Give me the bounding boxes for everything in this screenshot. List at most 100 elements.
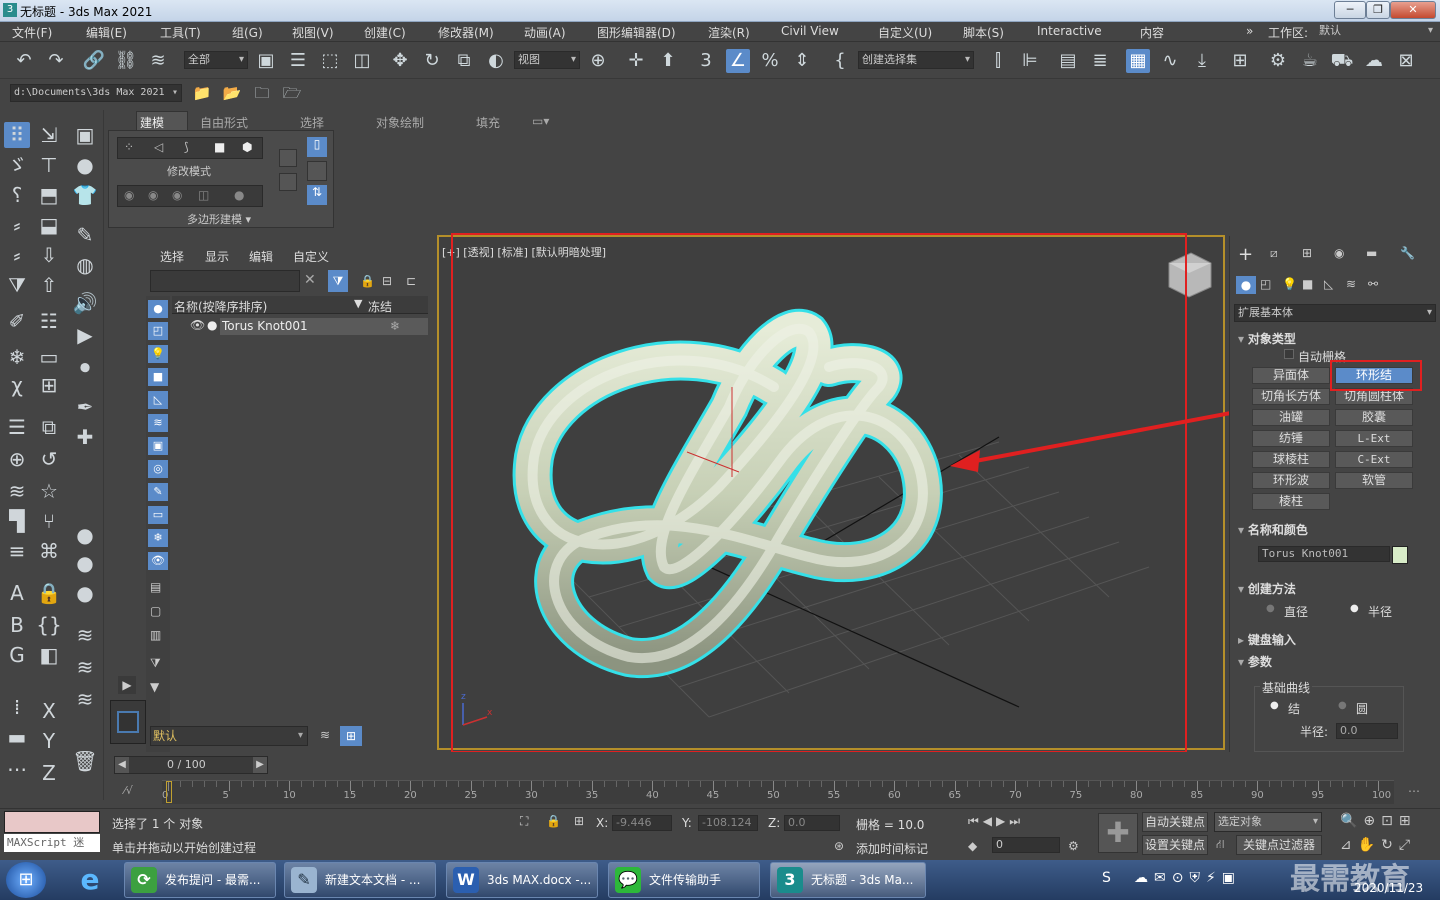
poly-tool5-icon[interactable]: ● <box>234 188 244 202</box>
frozen-filter-icon[interactable]: ❄ <box>148 529 168 547</box>
funnel2-icon[interactable]: ▼ <box>150 680 159 694</box>
selection-filter-dropdown[interactable]: 全部 <box>184 51 248 69</box>
place-icon[interactable]: ◐ <box>484 49 508 73</box>
layer-stack-icon[interactable]: ≋ <box>320 728 330 742</box>
btn-ringwave[interactable]: 环形波 <box>1252 472 1330 489</box>
pick-icon[interactable]: ⸮ <box>4 182 30 208</box>
list-icon[interactable]: ☷ <box>36 308 62 334</box>
edge-icon[interactable]: ◁ <box>154 140 163 154</box>
dots2-icon[interactable]: ⋯ <box>4 756 30 782</box>
menu-expand-icon[interactable]: » <box>1246 24 1253 38</box>
radius-spinner[interactable]: 0.0 <box>1336 723 1398 739</box>
menu-views[interactable]: 视图(V) <box>292 24 334 41</box>
rollout-creation-method[interactable]: 创建方法 <box>1238 580 1296 597</box>
sx-menu-select[interactable]: 选择 <box>160 248 184 265</box>
poly-tool4-icon[interactable]: ◫ <box>198 188 209 202</box>
maxscript-listener[interactable] <box>4 811 100 833</box>
current-frame-spinner[interactable]: 0 <box>992 837 1060 853</box>
ref-coord-dropdown[interactable]: 视图 <box>514 51 580 69</box>
tab-modeling[interactable]: 建模 <box>140 114 164 131</box>
spinner-snap-icon[interactable]: ⇕ <box>790 49 814 73</box>
menu-content[interactable]: 内容 <box>1140 24 1164 41</box>
sx-col-freeze[interactable]: 冻结 <box>368 298 392 315</box>
select-grid-icon[interactable]: ⠿ <box>4 122 30 148</box>
key-filters-button[interactable]: 关键点过滤器 <box>1236 835 1322 855</box>
poly-tool3-icon[interactable]: ◉ <box>172 188 182 202</box>
axis-z-icon[interactable]: Z <box>36 760 62 786</box>
key-mode-icon[interactable]: ◆ <box>968 839 977 853</box>
add-layer-icon[interactable]: ⊕ <box>4 446 30 472</box>
poly-tool1-icon[interactable]: ◉ <box>124 188 134 202</box>
sx-hierarchy-icon[interactable]: ⊟ <box>382 274 392 288</box>
light-filter-icon[interactable]: 💡 <box>148 345 168 363</box>
sort-desc-icon[interactable]: ▼ <box>354 297 362 310</box>
stack-icon[interactable]: ⬓ <box>36 212 62 238</box>
camera-icon[interactable]: ◧ <box>36 642 62 668</box>
sx-menu-display[interactable]: 显示 <box>205 248 229 265</box>
sx-freeze-icon[interactable]: ❄ <box>390 319 400 333</box>
percent-snap-icon[interactable]: % <box>758 49 782 73</box>
hierarchy-tab-icon[interactable]: ⊞ <box>1302 246 1312 260</box>
ribbon-tool-e[interactable]: ⇅ <box>307 185 327 205</box>
close-button[interactable]: ✕ <box>1390 1 1436 19</box>
none-filter-icon[interactable]: ▢ <box>150 604 161 618</box>
menu-customize[interactable]: 自定义(U) <box>878 24 932 41</box>
utilities-tab-icon[interactable]: 🔧 <box>1400 246 1415 260</box>
rollout-parameters[interactable]: 参数 <box>1238 653 1272 670</box>
sx-col-name[interactable]: 名称(按降序排序) <box>174 298 267 315</box>
star-icon[interactable]: ☆ <box>36 478 62 504</box>
systems-icon[interactable]: ⚯ <box>1368 277 1378 291</box>
ribbon-tool-a[interactable] <box>279 149 297 167</box>
braces-icon[interactable]: {} <box>36 612 62 638</box>
tab-selection[interactable]: 选择 <box>300 114 324 131</box>
key-target-dropdown[interactable]: 选定对象 <box>1214 812 1322 832</box>
sx-tree-icon[interactable]: ⊏ <box>406 274 416 288</box>
plus-tool-icon[interactable]: ✚ <box>72 424 98 450</box>
rotate-tool-icon[interactable]: ↺ <box>36 446 62 472</box>
sx-clear-icon[interactable]: ✕ <box>304 272 316 288</box>
sx-search-input[interactable] <box>150 270 300 292</box>
redo-icon[interactable]: ↷ <box>44 49 68 73</box>
paint-bucket-icon[interactable]: ▜ <box>4 508 30 534</box>
rect-selection-icon[interactable]: ⬚ <box>318 49 342 73</box>
select-manipulate-icon[interactable]: ✛ <box>624 49 648 73</box>
bind-spacewarp-icon[interactable]: ≋ <box>146 49 170 73</box>
globe-icon[interactable]: ◍ <box>72 252 98 278</box>
paint-select-icon[interactable]: ⊤ <box>36 152 62 178</box>
text-c-icon[interactable]: G <box>4 642 30 668</box>
stack2-icon[interactable]: ≡ <box>4 538 30 564</box>
rotate-icon[interactable]: ↻ <box>420 49 444 73</box>
paint-icon[interactable]: ✐ <box>4 308 30 334</box>
sx-visibility-icon[interactable]: 👁 <box>190 318 205 332</box>
layer-dropdown[interactable]: 默认 <box>150 726 308 746</box>
poly-modeling-label[interactable]: 多边形建模 ▾ <box>187 211 251 227</box>
track-bar-toggle-icon[interactable]: ⁄√ <box>124 784 133 797</box>
y-coord[interactable]: -108.124 <box>698 815 758 831</box>
circle2-icon[interactable]: ● <box>72 550 98 576</box>
ribbon-tool-d[interactable] <box>307 161 327 181</box>
set-key-button[interactable]: 设置关键点 <box>1142 835 1208 855</box>
brush-icon[interactable]: ✎ <box>72 222 98 248</box>
undo-icon[interactable]: ↶ <box>12 49 36 73</box>
import-icon[interactable]: ⇧ <box>36 272 62 298</box>
playback-controls[interactable]: ⏮◀▶⏭ <box>968 814 1024 829</box>
lock-icon[interactable]: 🔒 <box>36 580 62 606</box>
task-word[interactable]: W 3ds MAX.docx -... <box>446 862 598 898</box>
helpers-icon[interactable]: ◺ <box>1324 277 1333 291</box>
absolute-mode-icon[interactable]: ⊞ <box>574 814 584 828</box>
render-icon[interactable]: ☁ <box>1362 49 1386 73</box>
radio-radius[interactable]: ● <box>1350 603 1359 614</box>
tshirt-icon[interactable]: 👕 <box>72 182 98 208</box>
geometry-filter-icon[interactable]: ● <box>148 300 168 318</box>
track-bar[interactable]: 0 5 10 15 20 25 30 35 40 45 50 55 60 65 70 75 80 85 90 95 10… <box>162 780 1394 804</box>
motion-tab-icon[interactable]: ◉ <box>1334 246 1344 260</box>
prev-frame-icon[interactable]: ◀ <box>115 757 129 773</box>
radio-knot[interactable]: ● <box>1270 700 1279 711</box>
selection-lock-icon[interactable]: 🔒 <box>546 814 561 828</box>
btn-hedra[interactable]: 异面体 <box>1252 367 1330 384</box>
tray-icons[interactable]: ☁✉⊙⛨⚡▣ <box>1134 870 1241 886</box>
task-notepad[interactable]: ✎ 新建文本文档 - ... <box>284 862 436 898</box>
btn-gengon[interactable]: 球棱柱 <box>1252 451 1330 468</box>
display-tab-icon[interactable]: ▬ <box>1366 246 1377 260</box>
pivot-center-icon[interactable]: ⊕ <box>586 49 610 73</box>
